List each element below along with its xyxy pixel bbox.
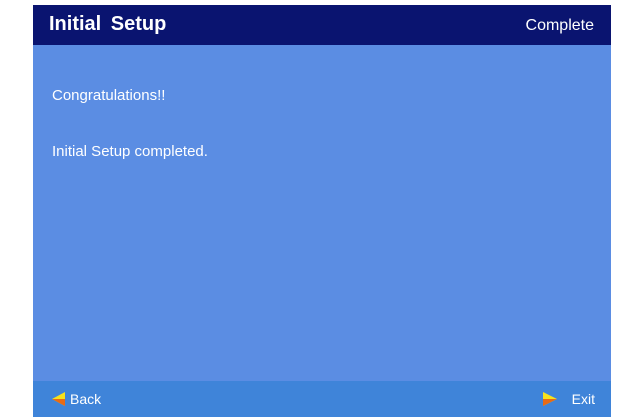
arrow-left-icon [52,392,66,406]
header-bar: Initial Setup Complete [33,5,611,45]
step-status: Complete [525,17,594,34]
exit-label: Exit [571,391,595,407]
page-title: Initial Setup [49,13,167,35]
footer-bar: Back Exit [33,381,611,417]
exit-button[interactable]: Exit [542,389,595,409]
arrow-right-icon [542,392,557,406]
back-label: Back [70,391,102,407]
completion-message: Initial Setup completed. [52,143,208,160]
content-panel: Congratulations!! Initial Setup complete… [33,45,611,381]
congratulations-message: Congratulations!! [52,87,166,104]
setup-screen: Initial Setup Complete Congratulations!!… [33,5,611,417]
back-button[interactable]: Back [52,389,101,409]
